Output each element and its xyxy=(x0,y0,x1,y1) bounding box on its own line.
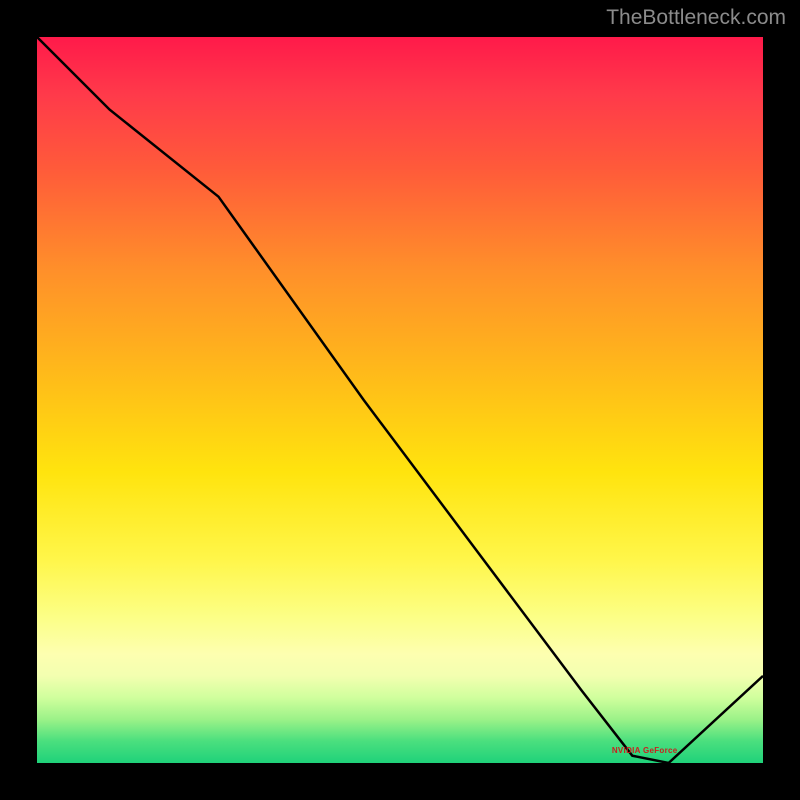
plot-area: NVIDIA GeForce xyxy=(37,37,763,763)
watermark-text: TheBottleneck.com xyxy=(606,6,786,30)
curve-path xyxy=(37,37,763,763)
chart-frame: TheBottleneck.com NVIDIA GeForce xyxy=(0,0,800,800)
bottleneck-curve xyxy=(37,37,763,763)
gpu-marker-label: NVIDIA GeForce xyxy=(612,746,678,755)
